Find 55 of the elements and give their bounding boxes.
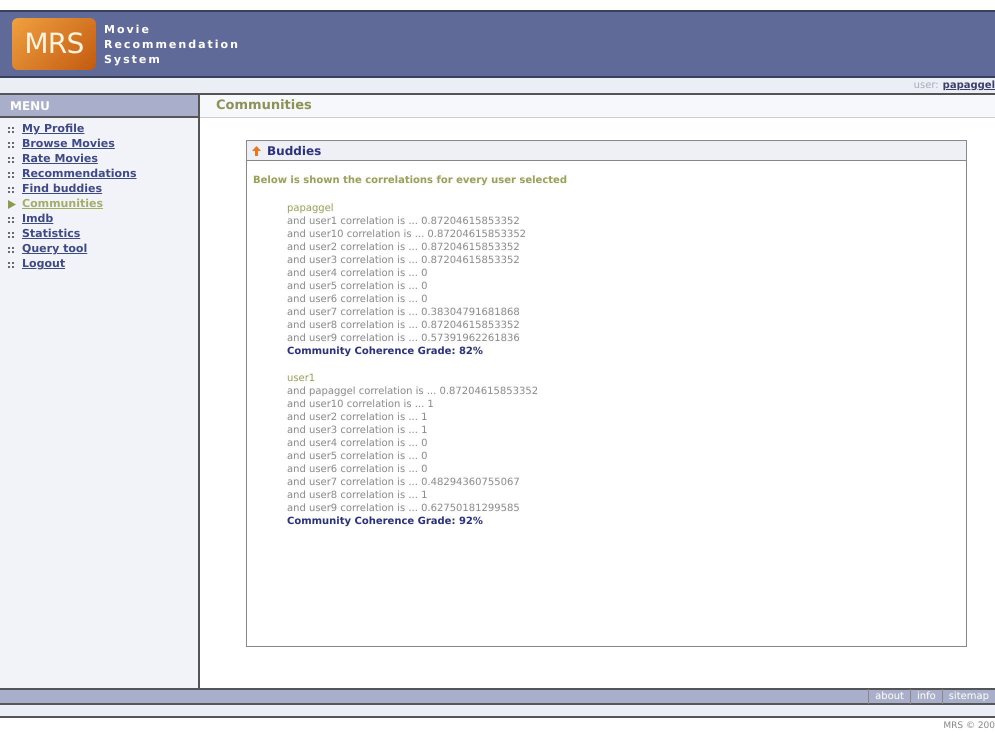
- correlation-line: and papaggel correlation is ... 0.87204615853352: [287, 385, 540, 398]
- correlation-line: and user6 correlation is ... 0: [287, 463, 428, 476]
- bullet-icon: [8, 262, 16, 268]
- correlation-line: and user7 correlation is ... 0.48294360755067: [287, 476, 521, 489]
- correlation-line: and user3 correlation is ... 1: [287, 424, 428, 437]
- menu-header: MENU: [0, 95, 198, 118]
- correlation-line: and user5 correlation is ... 0: [287, 450, 428, 463]
- menu-item[interactable]: Query tool: [22, 241, 88, 258]
- correlation-line: and user9 correlation is ... 0.62750181299585: [287, 502, 521, 515]
- bullet-icon: [8, 232, 16, 238]
- site-title-line: Movie: [104, 22, 152, 36]
- correlation-line: and user5 correlation is ... 0: [287, 280, 428, 293]
- bullet-icon: [8, 142, 16, 148]
- coherence-grade: Community Coherence Grade: 82%: [287, 345, 484, 358]
- copyright: MRS © 200: [943, 720, 995, 734]
- bullet-icon: [8, 126, 16, 132]
- correlation-line: and user3 correlation is ... 0.87204615853352: [287, 254, 521, 267]
- arrow-icon: [8, 200, 16, 209]
- menu-item[interactable]: My Profile: [22, 121, 84, 138]
- page-title-bar: Communities: [200, 95, 995, 118]
- correlation-line: and user8 correlation is ... 1: [287, 489, 428, 502]
- menu-item[interactable]: Browse Movies: [22, 136, 115, 153]
- correlation-line: and user9 correlation is ... 0.57391962261836: [287, 332, 521, 345]
- correlation-line: and user1 correlation is ... 0.87204615853352: [287, 215, 521, 228]
- bullet-icon: [8, 216, 16, 222]
- menu-item[interactable]: Logout: [22, 256, 66, 273]
- user-label: user:: [914, 79, 939, 93]
- correlation-line: and user2 correlation is ... 1: [287, 411, 428, 424]
- correlation-line: and user2 correlation is ... 0.87204615853352: [287, 241, 521, 254]
- bullet-icon: [8, 246, 16, 252]
- coherence-grade: Community Coherence Grade: 92%: [287, 515, 484, 528]
- bullet-icon: [8, 156, 16, 162]
- menu-item[interactable]: Recommendations: [22, 166, 136, 183]
- menu-item[interactable]: Statistics: [22, 226, 80, 243]
- correlation-line: and user10 correlation is ... 0.87204615853352: [287, 228, 528, 241]
- site-title-line: Recommendation: [104, 36, 240, 52]
- bullet-icon: [8, 186, 16, 192]
- intro-text: Below is shown the correlations for every user selected: [252, 174, 568, 188]
- panel-icon: [252, 146, 261, 156]
- user-name: user1: [287, 372, 316, 385]
- correlation-line: and user8 correlation is ... 0.87204615853352: [287, 319, 521, 332]
- logo: MRS: [12, 18, 96, 70]
- site-title-line: System: [104, 52, 163, 66]
- user-name: papaggel: [287, 202, 335, 215]
- correlation-line: and user10 correlation is ... 1: [287, 398, 435, 411]
- user-link[interactable]: papaggel: [942, 78, 995, 93]
- correlation-line: and user6 correlation is ... 0: [287, 293, 428, 306]
- correlation-line: and user7 correlation is ... 0.38304791681868: [287, 306, 521, 319]
- menu-item[interactable]: Imdb: [22, 211, 54, 228]
- menu-item[interactable]: Find buddies: [22, 181, 102, 198]
- menu-item[interactable]: Rate Movies: [22, 151, 98, 168]
- bullet-icon: [8, 172, 16, 178]
- panel-title: Buddies: [267, 142, 322, 160]
- correlation-line: and user4 correlation is ... 0: [287, 437, 428, 450]
- correlation-line: and user4 correlation is ... 0: [287, 267, 428, 280]
